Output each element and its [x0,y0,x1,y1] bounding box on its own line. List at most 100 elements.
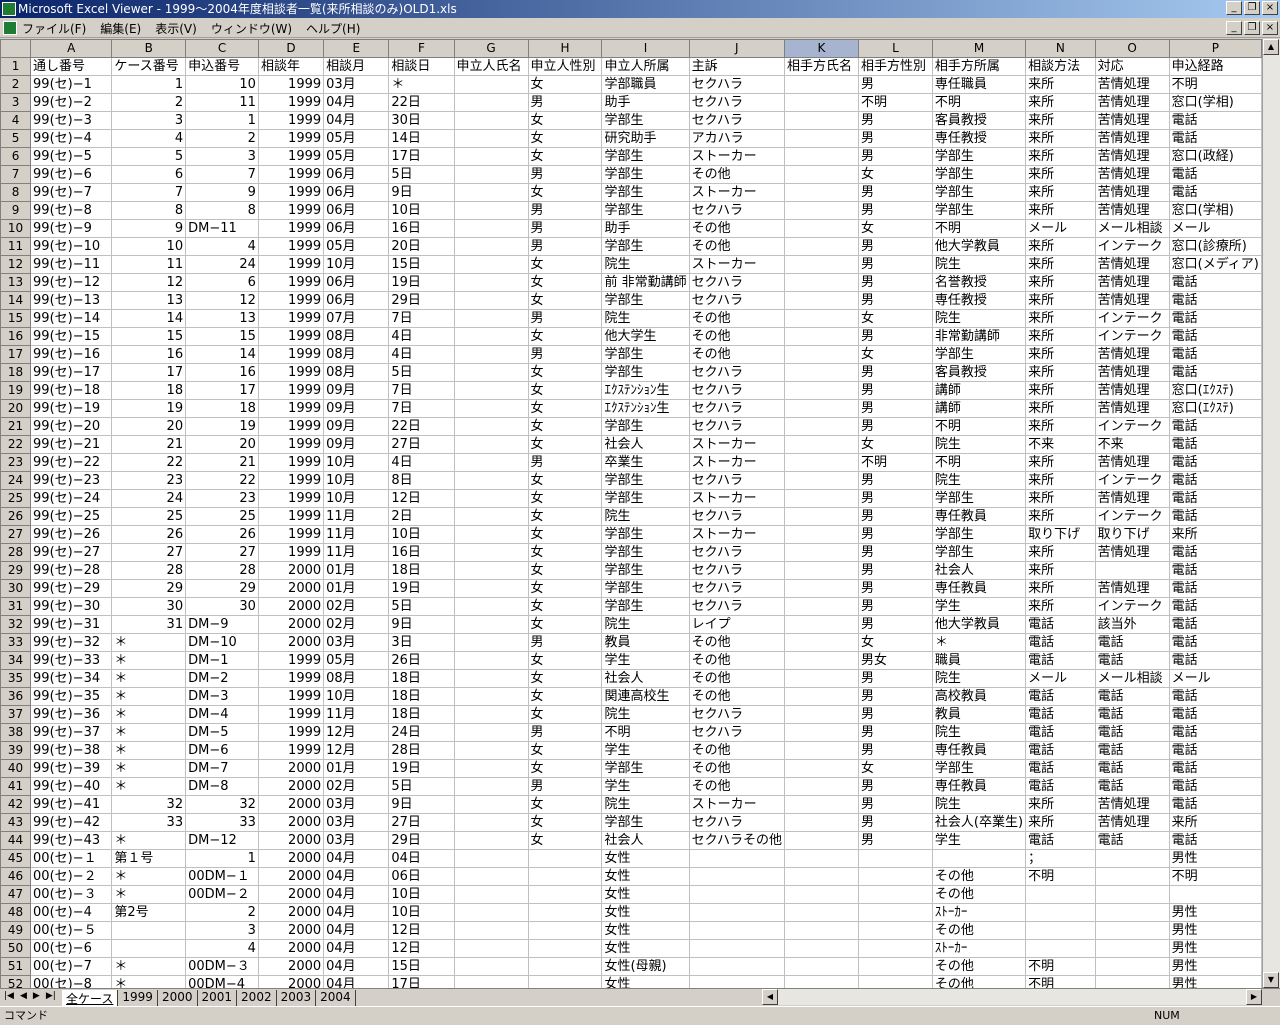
cell[interactable] [783,759,859,778]
cell[interactable]: 男 [857,705,933,724]
cell[interactable]: 女 [527,111,603,130]
cell[interactable]: 男 [857,597,933,616]
cell[interactable]: 1999 [257,327,325,346]
cell[interactable] [453,525,529,544]
cell[interactable]: 女 [857,435,933,454]
cell[interactable]: 来所 [1025,399,1096,418]
cell[interactable]: 99(セ)−20 [30,417,113,436]
spreadsheet-grid[interactable]: ABCDEFGHIJKLMNOP 1 通し番号 ケース番号 申込番号 相談年 相談月 相談日… [0,39,1262,988]
cell[interactable]: 7 [111,183,187,202]
column-header[interactable]: I [601,39,690,58]
cell[interactable]: 名誉教授 [931,273,1027,292]
cell[interactable]: 女性 [601,867,690,886]
cell[interactable]: 男 [857,255,933,274]
cell[interactable]: 来所 [1168,525,1262,544]
cell[interactable]: 18 [185,399,259,418]
cell[interactable]: 17日 [388,975,455,988]
cell[interactable]: 03月 [323,75,390,94]
cell[interactable]: 申立人氏名 [453,57,529,76]
cell[interactable]: 1999 [257,291,325,310]
cell[interactable]: 10月 [323,453,390,472]
cell[interactable]: 取り下げ [1025,525,1096,544]
cell[interactable]: その他 [931,921,1027,940]
cell[interactable] [453,327,529,346]
cell[interactable]: 1999 [257,273,325,292]
cell[interactable]: 学生 [601,777,690,796]
cell[interactable]: 06日 [388,867,455,886]
cell[interactable]: 学部生 [601,291,690,310]
cell[interactable] [453,579,529,598]
cell[interactable]: 99(セ)−5 [30,147,113,166]
cell[interactable]: その他 [931,885,1027,904]
cell[interactable]: 11月 [323,525,390,544]
row-header[interactable]: 25 [0,489,32,508]
cell[interactable]: 相談方法 [1025,57,1096,76]
cell[interactable]: 19日 [388,579,455,598]
cell[interactable]: 09月 [323,381,390,400]
cell[interactable]: 5日 [388,777,455,796]
cell[interactable]: 30 [185,597,259,616]
cell[interactable] [453,363,529,382]
cell[interactable]: 女 [857,633,933,652]
cell[interactable]: 99(セ)−12 [30,273,113,292]
cell[interactable]: 1999 [257,417,325,436]
cell[interactable] [453,687,529,706]
cell[interactable]: 1 [111,75,187,94]
cell[interactable]: 29 [185,579,259,598]
cell[interactable] [453,507,529,526]
cell[interactable] [1025,903,1096,922]
cell[interactable]: 22 [111,453,187,472]
row-header[interactable]: 34 [0,651,32,670]
cell[interactable] [1094,849,1170,868]
cell[interactable]: 29日 [388,291,455,310]
cell[interactable]: 不明 [1168,75,1262,94]
cell[interactable] [783,903,859,922]
cell[interactable]: 2000 [257,633,325,652]
row-header[interactable]: 38 [0,723,32,742]
cell[interactable]: 99(セ)−14 [30,309,113,328]
cell[interactable] [453,849,529,868]
cell[interactable] [783,651,859,670]
cell[interactable] [783,381,859,400]
row-header[interactable]: 47 [0,885,32,904]
cell[interactable]: 02月 [323,777,390,796]
restore-button[interactable]: ❐ [1244,1,1260,15]
cell[interactable]: 不明 [857,93,933,112]
row-header[interactable]: 5 [0,129,32,148]
cell[interactable]: 04月 [323,111,390,130]
cell[interactable] [453,597,529,616]
cell[interactable]: 苦情処理 [1094,813,1170,832]
cell[interactable]: 男 [857,777,933,796]
close-button[interactable]: × [1262,1,1278,15]
cell[interactable]: 99(セ)−40 [30,777,113,796]
cell[interactable]: セクハラ [688,579,785,598]
cell[interactable]: 学部生 [601,561,690,580]
cell[interactable]: 苦情処理 [1094,93,1170,112]
cell[interactable]: 男性 [1168,975,1262,988]
cell[interactable]: 30日 [388,111,455,130]
cell[interactable]: セクハラ [688,723,785,742]
cell[interactable] [688,849,785,868]
cell[interactable]: 男 [527,723,603,742]
column-header[interactable]: M [931,39,1027,58]
cell[interactable]: 学部生 [601,111,690,130]
cell[interactable] [453,201,529,220]
cell[interactable] [453,885,529,904]
cell[interactable]: 99(セ)−27 [30,543,113,562]
cell[interactable]: 男 [857,291,933,310]
cell[interactable]: ｴｸｽﾃﾝｼｮﾝ生 [601,399,690,418]
cell[interactable]: 1999 [257,453,325,472]
cell[interactable]: 05月 [323,237,390,256]
cell[interactable]: その他 [931,867,1027,886]
cell[interactable]: 来所 [1025,345,1096,364]
cell[interactable]: 99(セ)−10 [30,237,113,256]
cell[interactable]: 16 [185,363,259,382]
cell[interactable]: 99(セ)−31 [30,615,113,634]
cell[interactable]: DM−6 [185,741,259,760]
cell[interactable]: 1999 [257,705,325,724]
cell[interactable]: 9 [111,219,187,238]
cell[interactable]: 苦情処理 [1094,579,1170,598]
cell[interactable]: 相談日 [388,57,455,76]
cell[interactable]: 女 [857,309,933,328]
cell[interactable]: 電話 [1168,561,1262,580]
